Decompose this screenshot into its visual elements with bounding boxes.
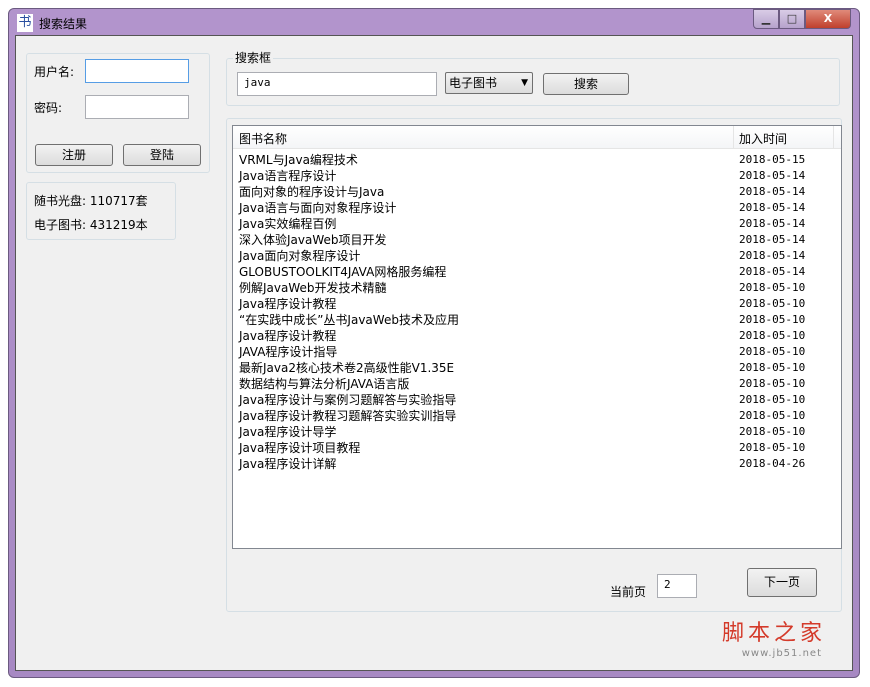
password-label: 密码: — [34, 101, 63, 115]
column-header-title[interactable]: 图书名称 — [239, 130, 287, 147]
added-date: 2018-05-14 — [739, 217, 806, 230]
added-date: 2018-04-26 — [739, 457, 806, 470]
table-row[interactable]: Java程序设计与案例习题解答与实验指导 2018-05-10 — [239, 392, 841, 408]
added-date: 2018-05-10 — [739, 297, 806, 310]
ebook-count: 电子图书: 431219本 — [34, 218, 148, 232]
disc-count: 随书光盘: 110717套 — [34, 194, 148, 208]
added-date: 2018-05-10 — [739, 409, 806, 422]
book-title: 深入体验JavaWeb项目开发 — [239, 233, 387, 247]
added-date: 2018-05-10 — [739, 377, 806, 390]
book-title: 数据结构与算法分析JAVA语言版 — [239, 377, 410, 391]
page-input[interactable]: 2 — [657, 574, 697, 598]
table-row[interactable]: Java面向对象程序设计 2018-05-14 — [239, 248, 841, 264]
book-title: 最新Java2核心技术卷2高级性能V1.35E — [239, 361, 455, 375]
username-label: 用户名: — [34, 65, 75, 79]
added-date: 2018-05-10 — [739, 425, 806, 438]
watermark-url: www.jb51.net — [741, 648, 822, 659]
table-row[interactable]: 最新Java2核心技术卷2高级性能V1.35E 2018-05-10 — [239, 360, 841, 376]
table-row[interactable]: Java程序设计教程习题解答实验实训指导 2018-05-10 — [239, 408, 841, 424]
window-title: 搜索结果 — [39, 17, 88, 31]
app-window: 书 搜索结果 ▁ □ X 用户名: 密码: 注册 登陆 随书光盘: 110717… — [8, 8, 860, 678]
password-input[interactable] — [85, 95, 189, 119]
table-row[interactable]: Java实效编程百例 2018-05-14 — [239, 216, 841, 232]
table-row[interactable]: Java程序设计详解 2018-04-26 — [239, 456, 841, 472]
book-title: JAVA程序设计指导 — [239, 345, 338, 359]
category-value: 电子图书 — [449, 76, 498, 90]
search-input[interactable]: java — [237, 72, 437, 96]
login-group: 用户名: 密码: 注册 登陆 — [26, 53, 210, 173]
table-row[interactable]: 深入体验JavaWeb项目开发 2018-05-14 — [239, 232, 841, 248]
book-title: “在实践中成长”丛书JavaWeb技术及应用 — [239, 313, 459, 327]
minimize-button[interactable]: ▁ — [753, 9, 779, 29]
book-title: Java程序设计教程 — [239, 329, 337, 343]
table-row[interactable]: Java程序设计教程 2018-05-10 — [239, 296, 841, 312]
book-title: Java程序设计教程习题解答实验实训指导 — [239, 409, 457, 423]
added-date: 2018-05-10 — [739, 441, 806, 454]
table-row[interactable]: Java程序设计项目教程 2018-05-10 — [239, 440, 841, 456]
table-row[interactable]: 数据结构与算法分析JAVA语言版 2018-05-10 — [239, 376, 841, 392]
register-button[interactable]: 注册 — [35, 144, 113, 166]
book-title: Java程序设计与案例习题解答与实验指导 — [239, 393, 457, 407]
added-date: 2018-05-14 — [739, 249, 806, 262]
next-page-button[interactable]: 下一页 — [747, 568, 817, 597]
book-title: 面向对象的程序设计与Java — [239, 185, 385, 199]
table-row[interactable]: VRML与Java编程技术 2018-05-15 — [239, 152, 841, 168]
book-title: GLOBUSTOOLKIT4JAVA网格服务编程 — [239, 265, 447, 279]
table-row[interactable]: 例解JavaWeb开发技术精髓 2018-05-10 — [239, 280, 841, 296]
added-date: 2018-05-14 — [739, 233, 806, 246]
book-title: Java程序设计教程 — [239, 297, 337, 311]
book-title: Java程序设计项目教程 — [239, 441, 361, 455]
table-row[interactable]: Java程序设计教程 2018-05-10 — [239, 328, 841, 344]
added-date: 2018-05-10 — [739, 281, 806, 294]
added-date: 2018-05-10 — [739, 313, 806, 326]
close-button[interactable]: X — [805, 9, 851, 29]
column-header-date[interactable]: 加入时间 — [739, 130, 787, 147]
chevron-down-icon: ▼ — [521, 78, 528, 88]
table-row[interactable]: JAVA程序设计指导 2018-05-10 — [239, 344, 841, 360]
table-row[interactable]: Java程序设计导学 2018-05-10 — [239, 424, 841, 440]
book-title: Java语言程序设计 — [239, 169, 337, 183]
added-date: 2018-05-10 — [739, 329, 806, 342]
login-button[interactable]: 登陆 — [123, 144, 201, 166]
client-area: 用户名: 密码: 注册 登陆 随书光盘: 110717套 电子图书: 43121… — [15, 35, 853, 671]
added-date: 2018-05-14 — [739, 185, 806, 198]
search-group: 搜索框 java 电子图书 ▼ 搜索 — [226, 49, 840, 106]
current-page-label: 当前页 — [610, 585, 647, 599]
table-row[interactable]: Java语言与面向对象程序设计 2018-05-14 — [239, 200, 841, 216]
added-date: 2018-05-10 — [739, 393, 806, 406]
added-date: 2018-05-10 — [739, 345, 806, 358]
table-row[interactable]: “在实践中成长”丛书JavaWeb技术及应用 2018-05-10 — [239, 312, 841, 328]
added-date: 2018-05-14 — [739, 169, 806, 182]
book-title: Java程序设计导学 — [239, 425, 337, 439]
book-title: VRML与Java编程技术 — [239, 153, 358, 167]
table-row[interactable]: GLOBUSTOOLKIT4JAVA网格服务编程 2018-05-14 — [239, 264, 841, 280]
search-button[interactable]: 搜索 — [543, 73, 629, 95]
book-title: Java实效编程百例 — [239, 217, 337, 231]
added-date: 2018-05-14 — [739, 265, 806, 278]
results-table[interactable]: 图书名称 加入时间 VRML与Java编程技术 2018-05-15 Java语言程… — [232, 125, 842, 549]
table-row[interactable]: 面向对象的程序设计与Java 2018-05-14 — [239, 184, 841, 200]
stats-group: 随书光盘: 110717套 电子图书: 431219本 — [26, 182, 176, 240]
added-date: 2018-05-10 — [739, 361, 806, 374]
added-date: 2018-05-15 — [739, 153, 806, 166]
added-date: 2018-05-14 — [739, 201, 806, 214]
book-title: Java程序设计详解 — [239, 457, 337, 471]
title-bar: 书 搜索结果 ▁ □ X — [9, 9, 859, 35]
table-row[interactable]: Java语言程序设计 2018-05-14 — [239, 168, 841, 184]
book-title: Java面向对象程序设计 — [239, 249, 361, 263]
category-select[interactable]: 电子图书 ▼ — [445, 72, 533, 94]
book-title: Java语言与面向对象程序设计 — [239, 201, 397, 215]
table-header: 图书名称 加入时间 — [233, 126, 841, 149]
search-group-label: 搜索框 — [233, 49, 274, 66]
watermark-logo: 脚本之家 — [721, 621, 826, 646]
book-app-icon: 书 — [17, 14, 33, 32]
maximize-button[interactable]: □ — [779, 9, 805, 29]
username-input[interactable] — [85, 59, 189, 83]
book-title: 例解JavaWeb开发技术精髓 — [239, 281, 387, 295]
